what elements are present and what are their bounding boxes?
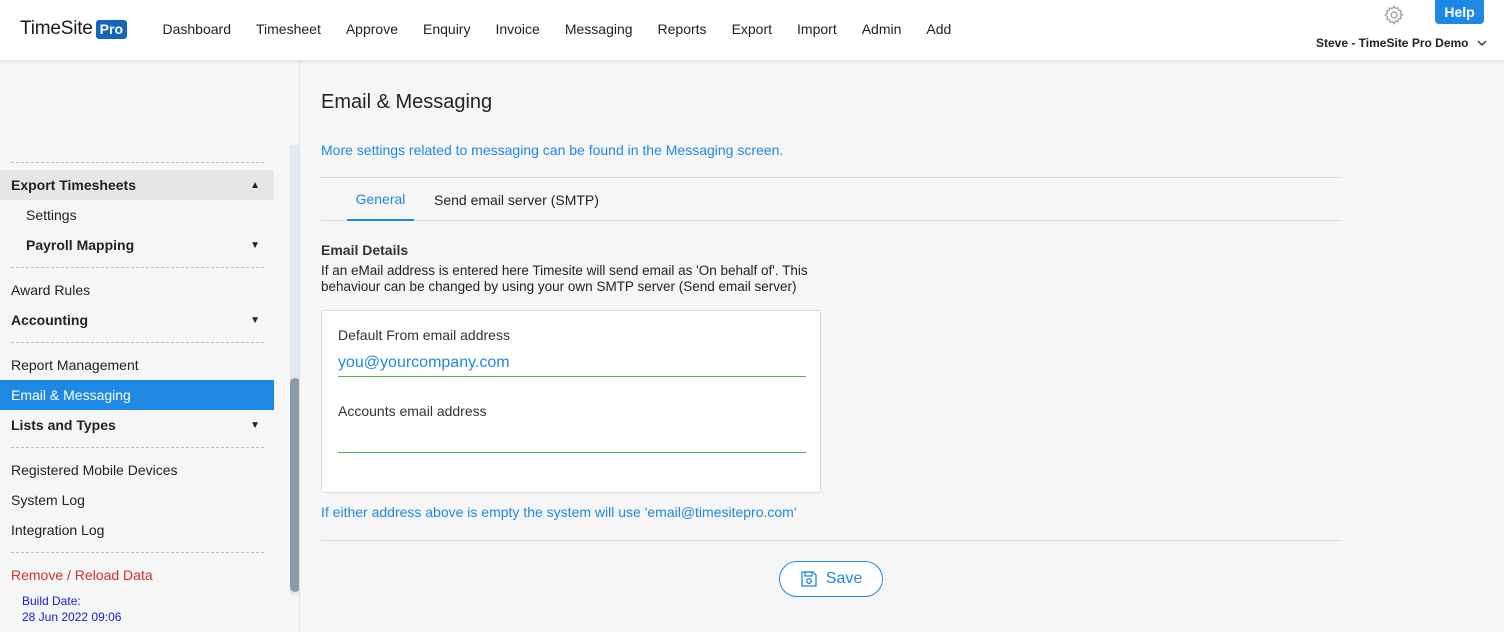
sidebar-divider (11, 447, 264, 448)
main-content: Email & Messaging More settings related … (301, 60, 1504, 632)
sidebar-item-integration-log[interactable]: Integration Log (0, 515, 274, 545)
accounts-email-label: Accounts email address (338, 403, 487, 419)
content-divider (321, 540, 1341, 541)
caret-down-icon: ▼ (250, 315, 260, 326)
caret-down-icon: ▼ (250, 240, 260, 251)
nav-invoice[interactable]: Invoice (495, 21, 539, 37)
nav-approve[interactable]: Approve (346, 21, 398, 37)
sidebar-divider (11, 267, 264, 268)
messaging-settings-link[interactable]: More settings related to messaging can b… (321, 142, 783, 158)
logo-badge: Pro (95, 19, 127, 39)
sidebar-item-registered-devices[interactable]: Registered Mobile Devices (0, 455, 274, 485)
nav-messaging[interactable]: Messaging (565, 21, 633, 37)
build-date-label: Build Date: (22, 594, 81, 608)
sidebar-item-label: Payroll Mapping (26, 237, 135, 253)
page-title: Email & Messaging (321, 91, 493, 113)
app-logo[interactable]: TimeSite Pro (20, 18, 127, 40)
logo-text: TimeSite (20, 18, 93, 39)
sidebar-item-label: Settings (26, 207, 77, 223)
build-date: Build Date: 28 Jun 2022 09:06 (22, 593, 121, 625)
sidebar-scrollbar-thumb[interactable] (290, 378, 299, 592)
sidebar: ​ Export Timesheets ▲ Settings Payroll M… (0, 60, 300, 632)
tab-smtp[interactable]: Send email server (SMTP) (434, 178, 599, 221)
nav-import[interactable]: Import (797, 21, 837, 37)
sidebar-divider (11, 552, 264, 553)
nav-reports[interactable]: Reports (658, 21, 707, 37)
nav-admin[interactable]: Admin (862, 21, 902, 37)
caret-up-icon: ▲ (250, 180, 260, 191)
email-details-card: Default From email address Accounts emai… (321, 310, 821, 493)
gear-icon[interactable] (1383, 4, 1405, 26)
sidebar-item-remove-reload[interactable]: Remove / Reload Data (0, 560, 274, 590)
sidebar-item-report-management[interactable]: Report Management (0, 350, 274, 380)
nav-add[interactable]: Add (926, 21, 951, 37)
main-nav: Dashboard Timesheet Approve Enquiry Invo… (150, 21, 964, 37)
section-description: If an eMail address is entered here Time… (321, 263, 808, 294)
sidebar-item-export-timesheets[interactable]: Export Timesheets ▲ (0, 170, 274, 200)
user-label: Steve - TimeSite Pro Demo (1316, 36, 1469, 50)
sidebar-item-label: Export Timesheets (11, 177, 137, 193)
sidebar-item-label: Registered Mobile Devices (11, 462, 178, 478)
sidebar-item-label: System Log (11, 492, 85, 508)
save-button[interactable]: Save (779, 561, 883, 597)
nav-export[interactable]: Export (732, 21, 772, 37)
chevron-down-icon (1477, 40, 1486, 46)
caret-down-icon: ▼ (250, 420, 260, 431)
sidebar-item-label: Remove / Reload Data (11, 567, 153, 583)
build-date-value: 28 Jun 2022 09:06 (22, 610, 122, 624)
sidebar-item-payroll-mapping[interactable]: Payroll Mapping ▼ (0, 230, 274, 260)
sidebar-item-email-messaging[interactable]: Email & Messaging (0, 380, 274, 410)
default-from-email-input[interactable] (338, 349, 806, 377)
sidebar-item-label: Email & Messaging (11, 387, 131, 403)
nav-timesheet[interactable]: Timesheet (256, 21, 321, 37)
nav-enquiry[interactable]: Enquiry (423, 21, 470, 37)
sidebar-item-lists-types[interactable]: Lists and Types ▼ (0, 410, 274, 440)
sidebar-item-label: Accounting (11, 312, 88, 328)
sidebar-item-label: Report Management (11, 357, 139, 373)
accounts-email-input[interactable] (338, 425, 806, 453)
fallback-email-hint: If either address above is empty the sys… (321, 504, 797, 520)
section-title: Email Details (321, 242, 409, 258)
tab-bar: General Send email server (SMTP) (321, 177, 1341, 221)
save-icon (801, 571, 817, 587)
sidebar-item-award-rules[interactable]: Award Rules (0, 275, 274, 305)
sidebar-item-settings[interactable]: Settings (0, 200, 274, 230)
save-label: Save (825, 570, 863, 587)
sidebar-item-label: Award Rules (11, 282, 91, 298)
nav-dashboard[interactable]: Dashboard (163, 21, 232, 37)
sidebar-item-label: Integration Log (11, 522, 105, 538)
sidebar-item-system-log[interactable]: System Log (0, 485, 274, 515)
default-from-label: Default From email address (338, 327, 510, 343)
sidebar-item-label: Lists and Types (11, 417, 116, 433)
top-bar: TimeSite Pro Dashboard Timesheet Approve… (0, 0, 1504, 60)
sidebar-divider (11, 162, 264, 163)
sidebar-divider (11, 342, 264, 343)
user-menu[interactable]: Steve - TimeSite Pro Demo (1316, 36, 1487, 50)
sidebar-item-accounting[interactable]: Accounting ▼ (0, 305, 274, 335)
help-button[interactable]: Help (1435, 0, 1484, 24)
tab-general[interactable]: General (347, 178, 414, 221)
